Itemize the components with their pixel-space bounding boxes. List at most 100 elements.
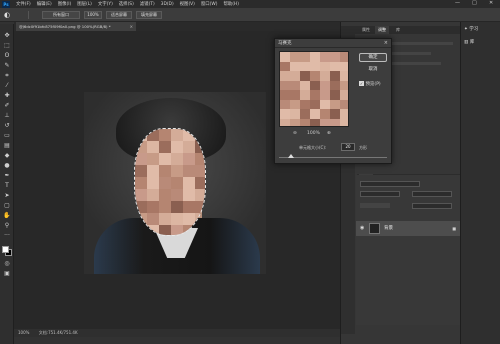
mosaic-tile — [280, 61, 290, 71]
mosaic-tile — [183, 201, 195, 213]
tab-adjustments[interactable]: 调整 — [375, 26, 389, 34]
dialog-title: 马赛克 — [278, 41, 292, 46]
pen-tool-icon[interactable]: ✒ — [3, 172, 11, 179]
mosaic-tile — [320, 52, 330, 62]
mosaic-tile — [310, 118, 320, 126]
mosaic-tile — [147, 165, 159, 177]
tab-properties[interactable]: 属性 — [359, 26, 373, 34]
menu-view[interactable]: 视图(V) — [180, 1, 195, 7]
libraries-panel-button[interactable]: ▥ 库 — [464, 38, 498, 47]
dialog-close-icon[interactable]: × — [384, 39, 388, 48]
photo-canvas[interactable] — [84, 92, 266, 274]
eyedropper-tool-icon[interactable]: ⁄ — [3, 82, 11, 89]
minimize-icon[interactable]: — — [455, 0, 460, 6]
preview-checkbox[interactable]: ✓ — [359, 81, 364, 86]
menu-edit[interactable]: 编辑(E) — [37, 1, 52, 7]
fill-screen-button[interactable]: 填充屏幕 — [136, 11, 162, 19]
marquee-tool-icon[interactable]: ⬚ — [3, 42, 11, 49]
path-select-tool-icon[interactable]: ➤ — [3, 192, 11, 199]
mosaic-tile — [310, 109, 320, 119]
zoom-100-button[interactable]: 100% — [84, 11, 102, 19]
blend-mode-select[interactable] — [360, 191, 400, 197]
menu-type[interactable]: 文字(Y) — [98, 1, 113, 7]
menu-filter[interactable]: 滤镜(T) — [140, 1, 155, 7]
mosaic-tile — [290, 90, 300, 100]
maximize-icon[interactable]: □ — [472, 0, 477, 6]
photoshop-logo: Ps — [2, 0, 10, 8]
mosaic-tile — [135, 153, 147, 165]
brush-tool-icon[interactable]: ✐ — [3, 102, 11, 109]
scroll-all-windows-button[interactable]: 所有窗口 — [42, 11, 80, 19]
mosaic-tile — [320, 99, 330, 109]
dialog-titlebar[interactable]: 马赛克 × — [275, 39, 391, 48]
dodge-tool-icon[interactable]: ● — [3, 162, 11, 169]
face-mosaic-selection[interactable] — [134, 128, 206, 236]
mosaic-tile — [135, 189, 147, 201]
cell-size-slider-thumb[interactable] — [287, 154, 294, 158]
mosaic-tile — [147, 213, 159, 225]
options-divider — [28, 11, 29, 19]
layer-filter-field[interactable] — [360, 181, 420, 187]
mosaic-tile — [147, 201, 159, 213]
preview-checkbox-row[interactable]: ✓ 预览(P) — [359, 81, 381, 87]
history-brush-tool-icon[interactable]: ↺ — [3, 122, 11, 129]
hand-tool-icon[interactable]: ◐ — [4, 11, 10, 19]
healing-brush-tool-icon[interactable]: ✚ — [3, 92, 11, 99]
tab-close-icon[interactable]: × — [130, 22, 133, 31]
hand-tool-icon[interactable]: ✋ — [3, 212, 11, 219]
mosaic-tile — [159, 225, 171, 235]
menu-layer[interactable]: 图层(L) — [77, 1, 92, 7]
gradient-tool-icon[interactable]: ▤ — [3, 142, 11, 149]
quick-select-tool-icon[interactable]: ✎ — [3, 62, 11, 69]
menu-3d[interactable]: 3D(D) — [161, 2, 174, 7]
zoom-out-icon[interactable]: ⊖ — [293, 130, 297, 138]
menu-image[interactable]: 图像(I) — [58, 1, 72, 7]
blur-tool-icon[interactable]: ◆ — [3, 152, 11, 159]
lasso-tool-icon[interactable]: ʘ — [3, 52, 11, 59]
mosaic-tile — [159, 165, 171, 177]
move-tool-icon[interactable]: ✥ — [3, 32, 11, 39]
filter-preview[interactable] — [279, 51, 349, 127]
zoom-in-icon[interactable]: ⊕ — [327, 130, 331, 138]
visibility-eye-icon[interactable]: ◉ — [360, 221, 364, 236]
mosaic-tile — [290, 61, 300, 71]
more-tools-icon[interactable]: ··· — [3, 232, 11, 239]
mosaic-tile — [147, 189, 159, 201]
screen-mode-icon[interactable]: ▣ — [3, 270, 11, 277]
crop-tool-icon[interactable]: ⌗ — [3, 72, 11, 79]
mosaic-tile — [280, 71, 290, 81]
learn-label: 学习 — [469, 27, 479, 32]
quick-mask-icon[interactable]: ◎ — [3, 260, 11, 267]
foreground-color-swatch[interactable] — [2, 246, 9, 253]
mosaic-tile — [135, 165, 147, 177]
eraser-tool-icon[interactable]: ▭ — [3, 132, 11, 139]
close-icon[interactable]: ✕ — [489, 0, 493, 6]
cell-size-slider-track[interactable] — [279, 157, 387, 158]
shape-tool-icon[interactable]: ▢ — [3, 202, 11, 209]
document-tab[interactable]: @J6dc0f91bfc875f09f0a0.png @ 100%(RGB/8)… — [16, 22, 136, 31]
mosaic-tile — [320, 118, 330, 126]
layer-row-background[interactable]: ◉ 背景 ■ — [356, 221, 460, 236]
mosaic-tile — [340, 52, 348, 62]
opacity-field[interactable] — [412, 191, 452, 197]
menu-file[interactable]: 文件(F) — [16, 1, 31, 7]
type-tool-icon[interactable]: T — [3, 182, 11, 189]
zoom-tool-icon[interactable]: ⚲ — [3, 222, 11, 229]
status-zoom[interactable]: 100% — [18, 330, 29, 335]
mosaic-tile — [171, 177, 183, 189]
mosaic-tile — [340, 61, 348, 71]
mosaic-tile — [290, 99, 300, 109]
cancel-button[interactable]: 取消 — [359, 65, 387, 74]
lock-options[interactable] — [360, 203, 390, 208]
clone-stamp-tool-icon[interactable]: ⊥ — [3, 112, 11, 119]
menu-window[interactable]: 窗口(W) — [201, 1, 218, 7]
learn-panel-button[interactable]: ✦ 学习 — [464, 25, 498, 34]
fill-field[interactable] — [412, 203, 452, 209]
status-doc-size: 文档:751.4K/751.4K — [38, 330, 78, 335]
ok-button[interactable]: 确定 — [359, 53, 387, 62]
cell-size-input[interactable]: 20 — [341, 143, 355, 151]
fit-screen-button[interactable]: 适合屏幕 — [106, 11, 132, 19]
menu-select[interactable]: 选择(S) — [119, 1, 134, 7]
tab-libraries[interactable]: 库 — [393, 26, 403, 34]
menu-help[interactable]: 帮助(H) — [223, 1, 239, 7]
